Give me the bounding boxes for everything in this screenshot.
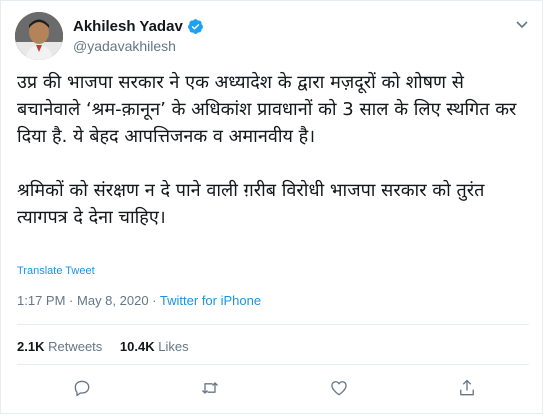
divider [17,364,529,365]
retweets-stat[interactable]: 2.1K Retweets [17,339,102,354]
likes-count: 10.4K [119,339,155,354]
tweet-stats: 2.1K Retweets 10.4K Likes [17,339,203,354]
divider [17,324,529,325]
retweets-label: Retweets [48,339,103,354]
avatar[interactable] [15,12,63,60]
tweet-meta: 1:17 PM · May 8, 2020 · Twitter for iPho… [17,293,261,308]
chevron-down-icon[interactable] [514,16,530,32]
author-name[interactable]: Akhilesh Yadav [73,18,183,35]
share-icon[interactable] [457,378,477,398]
tweet-header: Akhilesh Yadav @yadavakhilesh [15,12,530,60]
author-block[interactable]: Akhilesh Yadav @yadavakhilesh [73,16,204,54]
likes-stat[interactable]: 10.4K Likes [120,339,189,354]
tweet-text: उप्र की भाजपा सरकार ने एक अध्यादेश के द्… [17,69,532,231]
heart-icon[interactable] [329,378,349,398]
tweet-card: Akhilesh Yadav @yadavakhilesh उप्र की भा… [0,0,543,414]
tweet-date[interactable]: May 8, 2020 [77,293,149,308]
tweet-paragraph: श्रमिकों को संरक्षण न दे पाने वाली ग़रीब… [17,180,485,228]
translate-tweet-link[interactable]: Translate Tweet [17,265,95,277]
meta-separator: · [69,293,74,308]
meta-separator: · [152,293,157,308]
author-handle[interactable]: @yadavakhilesh [73,38,204,54]
retweets-count: 2.1K [17,339,45,354]
retweet-icon[interactable] [200,378,220,398]
verified-badge-icon [187,18,204,35]
tweet-actions [1,373,544,403]
tweet-paragraph: उप्र की भाजपा सरकार ने एक अध्यादेश के द्… [17,72,517,147]
reply-icon[interactable] [72,378,92,398]
tweet-time[interactable]: 1:17 PM [17,293,65,308]
tweet-source-link[interactable]: Twitter for iPhone [160,293,261,308]
likes-label: Likes [158,339,189,354]
